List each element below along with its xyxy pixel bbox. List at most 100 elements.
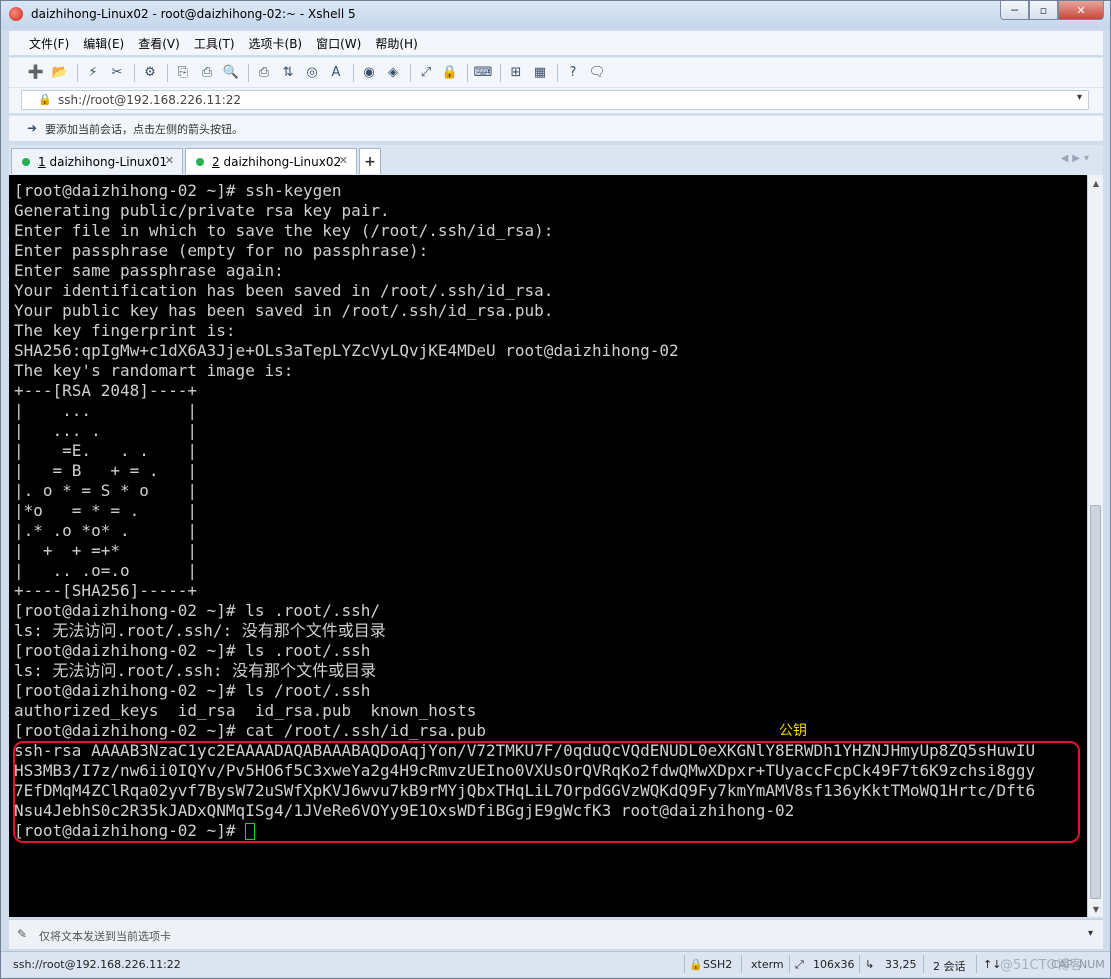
status-separator [923,955,924,973]
find-icon[interactable]: 🔍 [222,64,240,82]
xagent-icon[interactable]: ◈ [384,64,402,82]
properties-icon[interactable]: ⚙ [141,64,159,82]
toolbar-separator [167,63,168,82]
open-folder-icon[interactable]: 📂 [51,64,69,82]
terminal-cursor [245,823,256,840]
status-sessions: 2 会话 [933,960,966,973]
window-controls: ─ ▫ ✕ [1000,1,1104,20]
lock-icon: 🔒 [38,93,52,106]
lock-icon[interactable]: 🔒 [441,64,459,82]
status-size: 106x36 [813,958,855,971]
compose-target-label: 仅将文本发送到当前选项卡 [39,930,171,943]
public-key-highlight [13,741,1080,843]
menu-tools[interactable]: 工具(T) [194,35,235,52]
terminal-line: | =E. . . | [14,441,198,460]
terminal-line: | = B + = . | [14,461,198,480]
scroll-up-icon[interactable]: ▲ [1088,175,1104,191]
address-field[interactable]: 🔒 ssh://root@192.168.226.11:22 ▾ [21,90,1089,110]
toolbar-separator [353,63,354,82]
resize-icon: ⤢ [795,958,804,971]
paste-icon[interactable]: ⎙ [198,64,216,82]
terminal-line: +----[SHA256]-----+ [14,581,198,600]
terminal-line: | .. .o=.o | [14,561,198,580]
status-separator [976,955,977,973]
chat-icon[interactable]: 🗨 [588,64,606,82]
public-key-annotation: 公钥 [779,723,807,739]
toolbar-separator [467,63,468,82]
terminal-line: ls: 无法访问.root/.ssh: 没有那个文件或目录 [14,661,377,680]
terminal-line: +---[RSA 2048]----+ [14,381,198,400]
menu-edit[interactable]: 编辑(E) [83,35,124,52]
disconnect-icon[interactable]: ✂ [108,64,126,82]
xshell-logo-icon [9,7,23,21]
help-icon[interactable]: ? [564,64,582,82]
status-separator [741,955,742,973]
tab-label: daizhihong-Linux01 [49,154,168,169]
new-session-icon[interactable]: ➕ [27,64,45,82]
globe-icon[interactable]: ◎ [303,64,321,82]
terminal-line: ls: 无法访问.root/.ssh/: 没有那个文件或目录 [14,621,386,640]
window-title: daizhihong-Linux02 - root@daizhihong-02:… [31,7,356,21]
compose-icon[interactable]: ✎ [17,927,27,941]
copy-icon[interactable]: ⎘ [174,64,192,82]
menu-file[interactable]: 文件(F) [29,35,69,52]
close-button[interactable]: ✕ [1058,1,1104,20]
tab-session-2[interactable]: 2 daizhihong-Linux02 ✕ [185,148,357,174]
chevron-down-icon[interactable]: ▾ [1077,92,1082,103]
hint-text: 要添加当前会话，点击左侧的箭头按钮。 [45,123,243,136]
scroll-down-icon[interactable]: ▼ [1088,901,1104,917]
menu-tabs[interactable]: 选项卡(B) [249,35,303,52]
chevron-down-icon[interactable]: ▾ [1088,928,1093,939]
keyboard-icon[interactable]: ⌨ [474,64,493,82]
maximize-button[interactable]: ▫ [1029,1,1058,20]
print-icon[interactable]: ⎙ [255,64,273,82]
terminal-output[interactable]: [root@daizhihong-02 ~]# Nsu4JebhS0c2R35k… [9,175,1087,917]
menu-bar: 文件(F) 编辑(E) 查看(V) 工具(T) 选项卡(B) 窗口(W) 帮助(… [9,31,1103,55]
xftp-icon[interactable]: ◉ [360,64,378,82]
terminal-line: [root@daizhihong-02 ~]# cat /root/.ssh/i… [14,721,487,740]
terminal-line: Your public key has been saved in /root/… [14,301,554,320]
menu-help[interactable]: 帮助(H) [375,35,417,52]
transfer-icon[interactable]: ⇅ [279,64,297,82]
terminal-line: [root@daizhihong-02 ~]# ls .root/.ssh [14,641,371,660]
tab-label: daizhihong-Linux02 [223,154,342,169]
add-tab-icon[interactable]: ⊞ [507,64,525,82]
status-connection: ssh://root@192.168.226.11:22 [13,958,181,971]
terminal-line: Generating public/private rsa key pair. [14,201,390,220]
status-term: xterm [751,958,784,971]
xshell-window: daizhihong-Linux02 - root@daizhihong-02:… [0,0,1111,979]
terminal-line: |. o * = S * o | [14,481,198,500]
menu-window[interactable]: 窗口(W) [316,35,361,52]
tab-scroll-arrows[interactable]: ◀▶▾ [1061,153,1093,164]
scroll-thumb[interactable] [1090,505,1101,899]
terminal-line: | ... | [14,401,198,420]
terminal-line: Enter file in which to save the key (/ro… [14,221,554,240]
session-nav-arrows[interactable]: ↑↓ [983,958,1001,971]
address-value[interactable]: ssh://root@192.168.226.11:22 [58,93,241,107]
tab-number: 2 [212,154,220,169]
tab-session-1[interactable]: 1 daizhihong-Linux01 ✕ [11,148,183,174]
fullscreen-icon[interactable]: ⤢ [417,64,435,82]
terminal-line: [root@daizhihong-02 ~]# ls /root/.ssh [14,681,371,700]
tab-close-icon[interactable]: ✕ [165,154,174,167]
toolbar: ➕ 📂 ⚡ ✂ ⚙ ⎘ ⎙ 🔍 ⎙ ⇅ ◎ A ◉ ◈ ⤢ 🔒 ⌨ ⊞ ▦ ? … [9,57,1103,87]
terminal-line: |.* .o *o* . | [14,521,198,540]
watermark: @51CTO博客 [1000,958,1083,973]
terminal-line: The key fingerprint is: [14,321,236,340]
menu-view[interactable]: 查看(V) [138,35,180,52]
compose-bar[interactable]: ✎ 仅将文本发送到当前选项卡 ▾ [9,919,1103,949]
font-icon[interactable]: A [327,64,345,82]
tab-bar: 1 daizhihong-Linux01 ✕ 2 daizhihong-Linu… [9,145,1103,175]
connect-icon[interactable]: ⚡ [84,64,102,82]
terminal-scrollbar[interactable]: ▲ ▼ [1087,175,1103,917]
title-bar: daizhihong-Linux02 - root@daizhihong-02:… [1,1,1110,29]
position-icon: ↳ [865,958,875,971]
minimize-button[interactable]: ─ [1000,1,1029,20]
toolbar-separator [500,63,501,82]
terminal-line: | + + =+* | [14,541,198,560]
arrow-icon[interactable]: ➜ [27,121,37,135]
terminal-line: |*o = * = . | [14,501,198,520]
layout-icon[interactable]: ▦ [531,64,549,82]
add-tab-button[interactable]: + [359,148,381,174]
tab-close-icon[interactable]: ✕ [339,154,348,167]
